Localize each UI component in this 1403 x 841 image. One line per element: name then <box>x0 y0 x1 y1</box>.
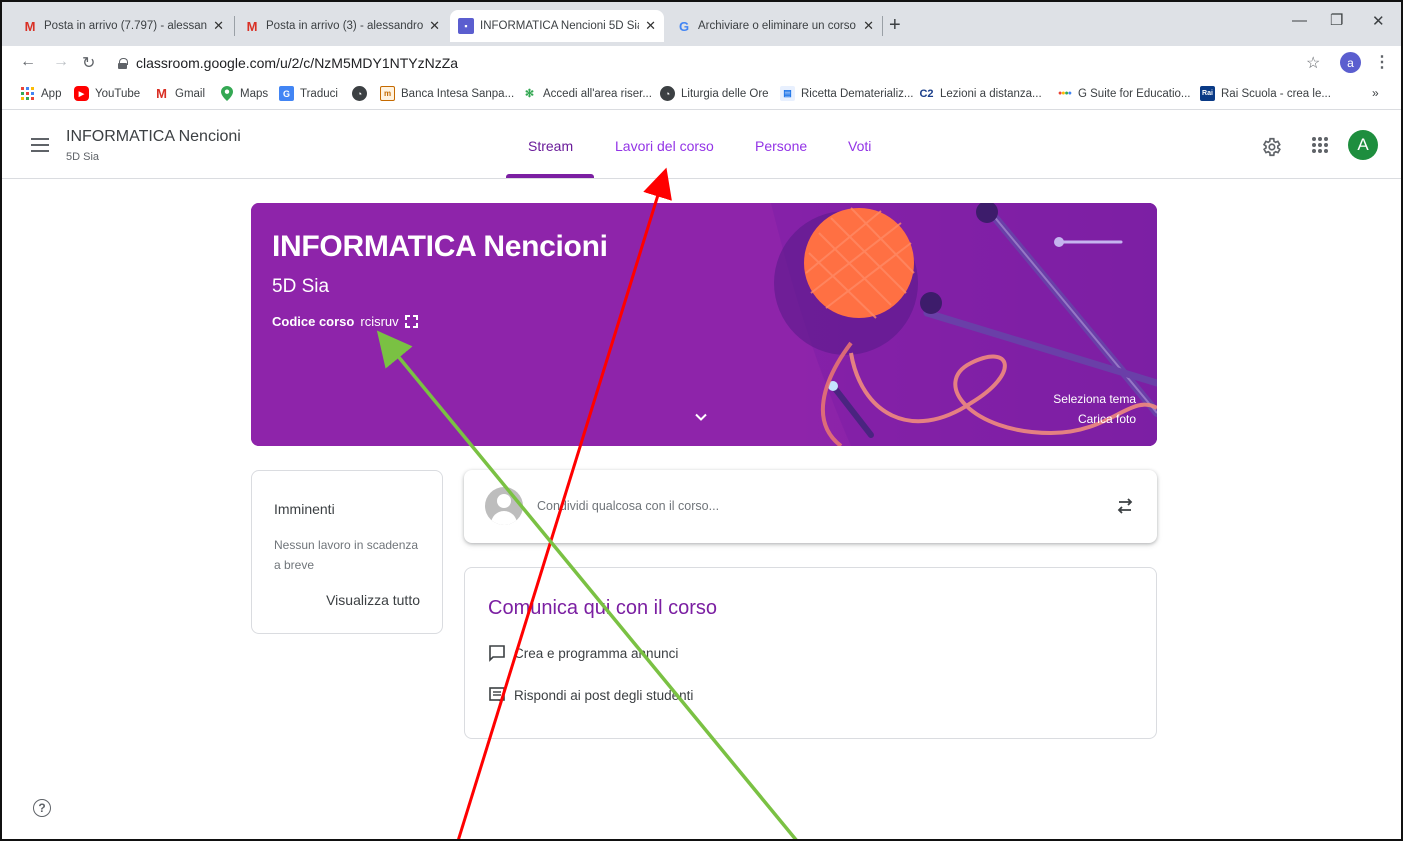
chevron-down-icon[interactable] <box>695 411 707 423</box>
rai-icon: Rai <box>1200 86 1215 101</box>
lock-icon <box>118 57 128 69</box>
create-announcements-text: Crea e programma annunci <box>514 645 679 661</box>
new-tab-plus-icon[interactable]: + <box>889 12 901 38</box>
tab-people[interactable]: Persone <box>755 138 807 154</box>
c2-icon: C2 <box>919 87 934 100</box>
bookmark-star-icon[interactable]: ☆ <box>1306 53 1320 73</box>
forward-arrow-icon[interactable]: → <box>53 53 69 71</box>
course-banner: INFORMATICA Nencioni 5D Sia Codice corso… <box>251 203 1157 446</box>
tab-classwork[interactable]: Lavori del corso <box>615 138 714 154</box>
browser-window: M Posta in arrivo (7.797) - alessandr ✕ … <box>0 0 1403 841</box>
bookmark-youtube[interactable]: ▶ YouTube <box>74 86 140 101</box>
bookmarks-bar: App ▶ YouTube M Gmail Maps G Traduci ◔ m… <box>2 80 1401 110</box>
upcoming-empty-text: Nessun lavoro in scadenza a breve <box>274 538 419 572</box>
browser-profile-avatar[interactable]: a <box>1340 52 1361 73</box>
browser-menu-icon[interactable]: ⋮ <box>1374 52 1390 72</box>
tab-stream[interactable]: Stream <box>528 138 573 154</box>
close-tab-icon[interactable]: ✕ <box>213 18 224 34</box>
bank-icon: m <box>380 86 395 101</box>
upcoming-title: Imminenti <box>274 501 335 517</box>
document-icon: ▤ <box>780 86 795 101</box>
list-item: Crea e programma annunci <box>488 644 678 662</box>
gsuite-icon: ● ● ● ● <box>1058 90 1072 97</box>
active-tab-indicator <box>506 174 594 178</box>
globe-icon: ◔ <box>660 86 675 101</box>
bookmark-liturgia[interactable]: ◔ Liturgia delle Ore <box>660 86 769 101</box>
globe-icon: ◔ <box>352 86 367 101</box>
bookmark-lezioni[interactable]: C2 Lezioni a distanza... <box>919 86 1041 101</box>
fullscreen-icon[interactable] <box>404 315 418 328</box>
close-tab-icon[interactable]: ✕ <box>863 18 874 34</box>
bookmark-accedi[interactable]: ✻ Accedi all'area riser... <box>522 86 652 101</box>
bookmark-maps[interactable]: Maps <box>219 86 268 101</box>
avatar[interactable]: A <box>1348 130 1378 160</box>
bookmark-globe[interactable]: ◔ <box>352 86 373 101</box>
restore-icon[interactable]: ❐ <box>1330 11 1343 29</box>
chat-bubble-icon <box>489 645 505 662</box>
communicate-title: Comunica qui con il corso <box>488 597 717 619</box>
browser-tab-gmail-1[interactable]: M Posta in arrivo (7.797) - alessandr ✕ <box>14 10 232 42</box>
tab-title: Posta in arrivo (7.797) - alessandr <box>44 20 208 32</box>
close-tab-icon[interactable]: ✕ <box>645 18 656 34</box>
browser-tab-gmail-2[interactable]: M Posta in arrivo (3) - alessandro.ne ✕ <box>236 10 448 42</box>
address-bar: ← → ↻ classroom.google.com/u/2/c/NzM5MDY… <box>2 46 1401 80</box>
reload-icon[interactable]: ↻ <box>82 53 95 73</box>
translate-icon: G <box>279 86 294 101</box>
bookmark-gmail[interactable]: M Gmail <box>154 86 205 101</box>
bookmark-rai[interactable]: Rai Rai Scuola - crea le... <box>1200 86 1331 101</box>
gmail-icon: M <box>156 86 167 101</box>
help-icon[interactable]: ? <box>33 799 51 817</box>
google-icon: G <box>678 18 690 34</box>
bookmark-gsuite[interactable]: ● ● ● ● G Suite for Educatio... <box>1057 86 1190 101</box>
share-input[interactable]: Condividi qualcosa con il corso... <box>537 499 719 513</box>
classroom-header: INFORMATICA Nencioni 5D Sia Stream Lavor… <box>2 111 1401 179</box>
class-code-label: Codice corso <box>272 314 355 329</box>
bookmark-app[interactable]: App <box>20 86 61 101</box>
upload-photo-link[interactable]: Carica foto <box>1078 412 1136 426</box>
upcoming-card: Imminenti Nessun lavoro in scadenza a br… <box>251 470 443 634</box>
close-tab-icon[interactable]: ✕ <box>429 18 440 34</box>
hamburger-menu-icon[interactable] <box>31 138 49 152</box>
tab-title: Archiviare o eliminare un corso - <box>698 20 858 32</box>
tab-strip: M Posta in arrivo (7.797) - alessandr ✕ … <box>2 2 1401 46</box>
url-field[interactable]: classroom.google.com/u/2/c/NzM5MDY1NTYzN… <box>118 55 458 71</box>
gear-icon[interactable] <box>1260 136 1282 158</box>
bookmark-banca-intesa[interactable]: m Banca Intesa Sanpa... <box>380 86 514 101</box>
youtube-icon: ▶ <box>74 86 89 101</box>
course-title[interactable]: INFORMATICA Nencioni <box>66 128 241 146</box>
back-arrow-icon[interactable]: ← <box>20 53 36 71</box>
user-avatar-icon <box>485 487 523 525</box>
share-box[interactable]: Condividi qualcosa con il corso... <box>464 470 1157 543</box>
apps-grid-icon <box>20 86 35 101</box>
tab-grades[interactable]: Voti <box>848 138 871 154</box>
tab-title: Posta in arrivo (3) - alessandro.ne <box>266 20 424 32</box>
banner-section: 5D Sia <box>272 276 330 297</box>
tab-title: INFORMATICA Nencioni 5D Sia <box>480 20 640 32</box>
url-text: classroom.google.com/u/2/c/NzM5MDY1NTYzN… <box>136 55 459 71</box>
more-bookmarks-icon[interactable]: » <box>1372 86 1379 100</box>
course-section: 5D Sia <box>66 151 100 163</box>
banner-course-title: INFORMATICA Nencioni <box>272 230 608 263</box>
google-apps-icon[interactable] <box>1312 137 1328 153</box>
bookmark-traduci[interactable]: G Traduci <box>279 86 338 101</box>
close-window-icon[interactable]: ✕ <box>1372 12 1385 30</box>
select-theme-link[interactable]: Seleziona tema <box>1053 392 1136 406</box>
maps-pin-icon <box>219 86 234 101</box>
view-all-link[interactable]: Visualizza tutto <box>326 592 420 608</box>
post-lines-icon <box>489 687 505 703</box>
reply-student-posts-text: Rispondi ai post degli studenti <box>514 687 694 703</box>
browser-tab-classroom[interactable]: ▪ INFORMATICA Nencioni 5D Sia ✕ <box>450 10 664 42</box>
gmail-icon: M <box>24 18 36 34</box>
communicate-card: Comunica qui con il corso Crea e program… <box>464 567 1157 739</box>
classroom-icon: ▪ <box>458 18 474 34</box>
list-item: Rispondi ai post degli studenti <box>488 686 693 704</box>
gmail-icon: M <box>246 18 258 34</box>
class-code-value: rcisruv <box>360 314 399 329</box>
repost-icon[interactable] <box>1116 496 1134 516</box>
browser-tab-google[interactable]: G Archiviare o eliminare un corso - ✕ <box>668 10 882 42</box>
minimize-icon[interactable]: — <box>1292 12 1307 29</box>
puzzle-icon: ✻ <box>524 88 535 100</box>
class-code: Codice corso rcisruv <box>272 314 418 329</box>
bookmark-ricetta[interactable]: ▤ Ricetta Dematerializ... <box>780 86 913 101</box>
